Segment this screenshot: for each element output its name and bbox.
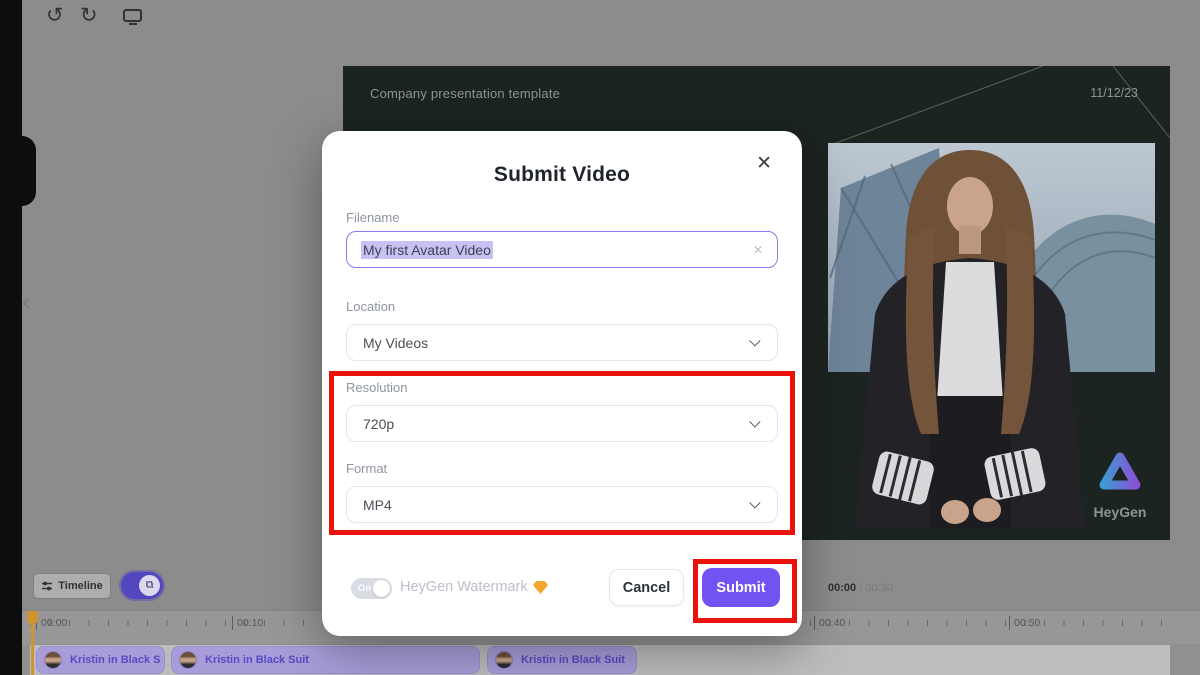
premium-diamond-icon [533, 581, 548, 594]
timeline-clip[interactable]: Kristin in Black S [36, 646, 165, 674]
location-label: Location [346, 299, 395, 314]
clip-label: Kristin in Black Suit [205, 654, 309, 666]
filename-value: My first Avatar Video [361, 241, 493, 259]
timeline-button[interactable]: Timeline [33, 573, 111, 599]
watermark-toggle-knob [373, 580, 390, 597]
resolution-value: 720p [363, 416, 394, 432]
heygen-watermark-text: HeyGen [1094, 504, 1147, 520]
time-display: 00:00 / 00:30 [828, 582, 893, 594]
ruler-label: 00:40 [814, 616, 845, 630]
chevron-down-icon [749, 416, 760, 427]
cancel-button[interactable]: Cancel [609, 569, 684, 606]
filename-input[interactable]: My first Avatar Video ✕ [346, 231, 778, 268]
timeline-button-label: Timeline [58, 580, 102, 592]
chevron-left-icon [22, 297, 33, 308]
slide-title: Company presentation template [370, 86, 560, 101]
clip-avatar-thumbnail [179, 651, 197, 669]
present-monitor-icon[interactable] [123, 9, 142, 22]
editor-canvas: ↺ ↻ [0, 0, 1200, 675]
clear-input-icon[interactable]: ✕ [753, 243, 763, 257]
watermark-label: HeyGen Watermark [400, 579, 528, 595]
clip-avatar-thumbnail [44, 651, 62, 669]
location-value: My Videos [363, 335, 428, 351]
timeline-clip[interactable]: Kristin in Black Suit [487, 646, 637, 674]
ruler-label: 00:00 [36, 616, 67, 630]
clip-label: Kristin in Black S [70, 654, 160, 666]
chevron-down-icon [749, 335, 760, 346]
close-icon[interactable]: ✕ [756, 153, 772, 175]
ruler-label: 00:10 [232, 616, 263, 630]
redo-icon[interactable]: ↻ [80, 2, 98, 30]
location-select[interactable]: My Videos [346, 324, 778, 361]
modal-title: Submit Video [322, 163, 802, 187]
time-total: 00:30 [865, 582, 893, 594]
watermark-toggle[interactable]: On [351, 578, 392, 599]
submit-video-modal: Submit Video ✕ Filename My first Avatar … [322, 131, 802, 636]
slide-date: 11/12/23 [1090, 86, 1138, 100]
scenes-view-toggle[interactable]: ⧉ [121, 572, 163, 599]
time-current: 00:00 [828, 582, 856, 594]
left-sidebar-rail [0, 0, 22, 675]
sidebar-collapse-tab[interactable] [0, 136, 36, 206]
undo-icon[interactable]: ↺ [46, 2, 64, 30]
format-label: Format [346, 461, 387, 476]
ruler-label: 00:50 [1009, 616, 1040, 630]
resolution-select[interactable]: 720p [346, 405, 778, 442]
format-value: MP4 [363, 497, 392, 513]
chevron-down-icon [749, 497, 760, 508]
clip-avatar-thumbnail [495, 651, 513, 669]
filename-label: Filename [346, 210, 399, 225]
clip-label: Kristin in Black Suit [521, 654, 625, 666]
submit-button[interactable]: Submit [702, 568, 780, 607]
scenes-icon: ⧉ [146, 579, 154, 592]
scenes-toggle-knob: ⧉ [139, 575, 160, 596]
timeline-clip[interactable]: Kristin in Black Suit [171, 646, 480, 674]
resolution-label: Resolution [346, 380, 407, 395]
format-select[interactable]: MP4 [346, 486, 778, 523]
watermark-toggle-state: On [358, 583, 371, 594]
time-separator: / [856, 582, 865, 594]
heygen-watermark-logo: HeyGen [1094, 457, 1147, 520]
timeline-sliders-icon [41, 580, 53, 592]
